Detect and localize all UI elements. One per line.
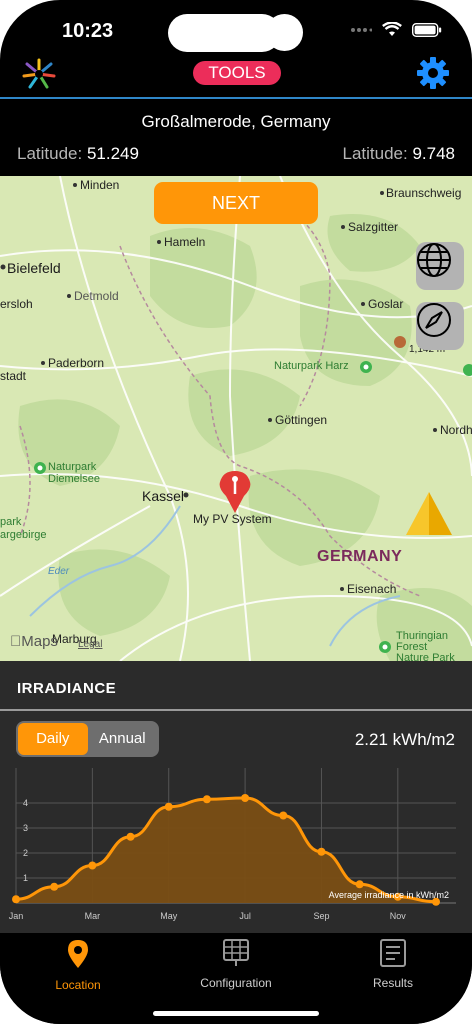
map-view[interactable]: NEXT Minden Braunschweig Salzgitter Hame… xyxy=(0,176,472,661)
app-logo-icon xyxy=(22,58,56,89)
map-label-naturpark-diemelsee: Naturpark Diemelsee xyxy=(48,461,100,485)
map-label-gottingen: Göttingen xyxy=(275,413,328,427)
tab-results[interactable]: Results xyxy=(333,939,453,990)
map-label-braunschweig: Braunschweig xyxy=(386,186,462,200)
chart-x-tick-label: May xyxy=(160,911,178,921)
battery-icon xyxy=(412,22,442,37)
chart-data-point xyxy=(164,802,173,811)
map-background xyxy=(0,176,472,661)
chart-y-tick-label: 2 xyxy=(23,848,28,858)
longitude-label: Latitude: xyxy=(342,144,408,163)
daily-tab[interactable]: Daily xyxy=(18,723,88,755)
chart-y-tick-label: 4 xyxy=(23,798,28,808)
chart-data-point xyxy=(202,795,211,804)
compass-button[interactable] xyxy=(416,302,464,350)
signal-icon xyxy=(351,27,372,32)
map-label-paderborn: Paderborn xyxy=(48,356,105,370)
annual-tab[interactable]: Annual xyxy=(88,723,158,755)
map-type-button[interactable] xyxy=(416,242,464,290)
irradiance-title: IRRADIANCE xyxy=(17,680,117,697)
pv-system-pin-label: My PV System xyxy=(193,512,272,526)
north-arrow-icon xyxy=(406,492,452,535)
tab-configuration[interactable]: Configuration xyxy=(176,939,296,990)
chart-x-tick-label: Jan xyxy=(9,911,24,921)
irradiance-value: 2.21 kWh/m2 xyxy=(354,730,455,749)
map-label-hameln: Hameln xyxy=(164,235,206,249)
home-indicator xyxy=(153,1011,319,1016)
top-bar: TOOLS xyxy=(0,52,472,98)
map-label-park: park argebirge xyxy=(0,516,47,541)
irradiance-divider xyxy=(0,709,472,711)
pv-system-pin-icon[interactable] xyxy=(218,470,252,514)
chart-x-tick-label: Sep xyxy=(313,911,329,921)
location-name: Großalmerode, Germany xyxy=(141,112,331,131)
next-button[interactable]: NEXT xyxy=(154,182,318,224)
gear-icon[interactable] xyxy=(416,56,450,90)
chart-data-point xyxy=(126,832,135,841)
status-icons xyxy=(350,22,442,37)
solar-panel-icon xyxy=(223,939,249,966)
latitude-readout: Latitude: 51.249 xyxy=(17,144,139,164)
map-label-nordhausen: Nordh xyxy=(440,423,472,437)
chart-x-tick-label: Jul xyxy=(239,911,251,921)
chart-x-tick-label: Nov xyxy=(390,911,407,921)
wifi-icon xyxy=(382,22,402,36)
map-label-stadt: stadt xyxy=(0,369,27,383)
chart-annotation: Average irradiance in kWh/m2 xyxy=(329,890,449,900)
tab-configuration-label: Configuration xyxy=(200,976,272,990)
map-label-oslo: ersloh xyxy=(0,297,33,311)
irradiance-chart: 1 2 3 4 Jan Mar May Jul Sep Nov Average irradianc… xyxy=(9,768,456,921)
map-label-bielefeld: Bielefeld xyxy=(7,260,61,276)
map-label-goslar: Goslar xyxy=(368,297,404,311)
map-label-eder: Eder xyxy=(48,566,70,577)
longitude-readout: Latitude: 9.748 xyxy=(342,144,455,164)
map-label-detmold: Detmold xyxy=(74,289,119,303)
apple-maps-logo: Maps xyxy=(10,633,58,650)
chart-data-point xyxy=(88,861,97,870)
chart-data-point xyxy=(355,880,364,889)
results-icon xyxy=(380,939,406,967)
chart-data-point xyxy=(50,882,59,891)
irradiance-panel: IRRADIANCE Daily Annual 2.21 kWh/m2 1 2 3 4… xyxy=(0,661,472,933)
tab-location[interactable]: Location xyxy=(18,939,138,992)
chart-data-point xyxy=(317,847,326,856)
latitude-value: 51.249 xyxy=(86,144,139,163)
chart-data-point xyxy=(279,811,288,820)
latitude-label: Latitude: xyxy=(17,144,83,163)
map-label-germany: GERMANY xyxy=(317,548,403,565)
phone-screen: 10:23 TOOLS Großalmerode, Germany Latitu… xyxy=(0,0,472,1024)
camera-cutout xyxy=(266,14,303,51)
tools-button[interactable]: TOOLS xyxy=(193,61,281,85)
chart-x-tick-label: Mar xyxy=(85,911,101,921)
chart-y-tick-label: 1 xyxy=(23,873,28,883)
globe-icon xyxy=(417,243,451,277)
chart-data-point xyxy=(241,794,250,802)
compass-icon xyxy=(417,303,451,337)
tab-results-label: Results xyxy=(372,976,413,990)
map-label-naturpark-harz: Naturpark Harz xyxy=(274,360,349,372)
map-label-kassel: Kassel xyxy=(142,488,185,504)
map-label-eisenach: Eisenach xyxy=(347,582,397,596)
chart-data-point xyxy=(12,895,20,904)
chart-y-tick-label: 3 xyxy=(23,823,28,833)
status-time: 10:23 xyxy=(62,20,114,42)
location-pin-icon xyxy=(68,940,88,968)
tab-location-label: Location xyxy=(55,978,101,992)
longitude-value: 9.748 xyxy=(412,144,455,163)
header-divider xyxy=(0,97,472,99)
dynamic-island xyxy=(168,14,281,52)
map-label-thuringian-forest: Thuringian Forest Nature Park xyxy=(396,630,455,662)
map-label-salzgitter: Salzgitter xyxy=(348,220,399,234)
legal-link[interactable]: Legal xyxy=(78,639,102,650)
period-segmented-control: Daily Annual xyxy=(16,721,159,757)
map-label-minden: Minden xyxy=(80,178,120,192)
